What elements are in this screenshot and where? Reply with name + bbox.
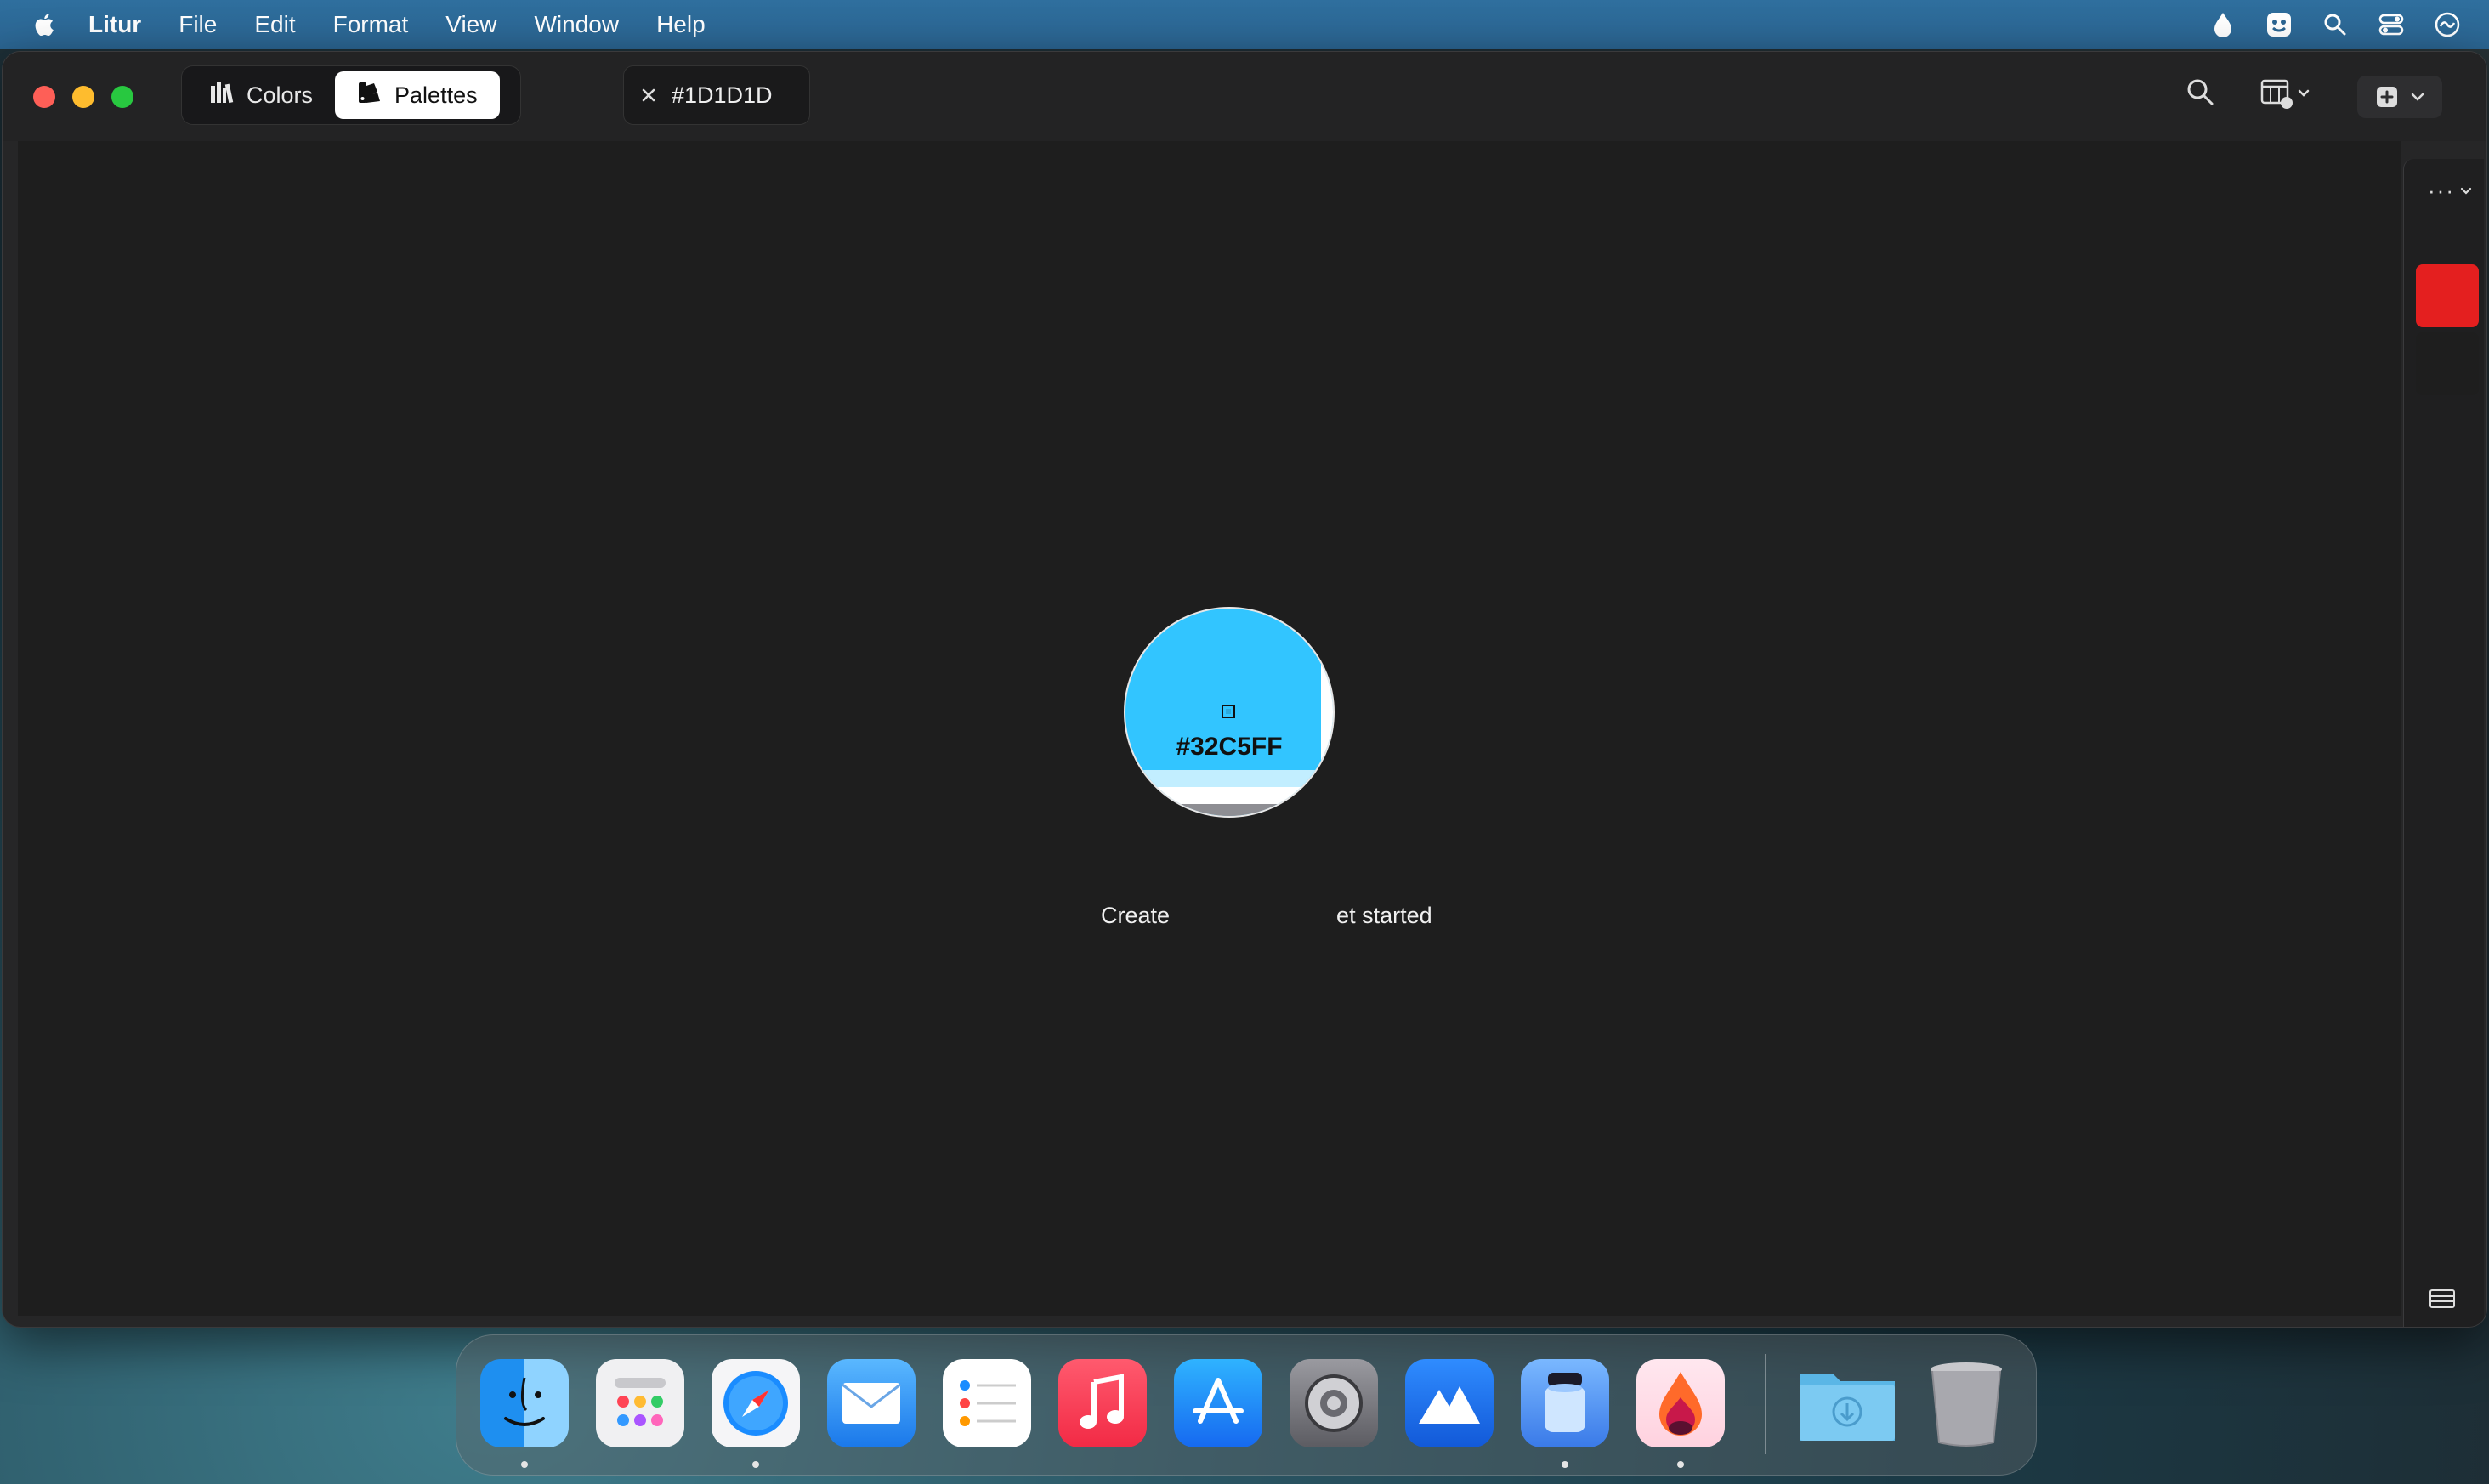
trash-icon[interactable] [1922, 1359, 2010, 1447]
running-indicator [752, 1461, 759, 1468]
dock-separator [1765, 1354, 1766, 1454]
toolbar: Colors Palettes #1D1D1D [3, 52, 2486, 141]
reminders-icon[interactable] [943, 1359, 1031, 1447]
search-icon[interactable] [2186, 77, 2214, 106]
music-icon[interactable] [1058, 1359, 1147, 1447]
spotlight-search-icon[interactable] [2321, 10, 2350, 39]
more-icon: ··· [2428, 178, 2455, 203]
safari-icon[interactable] [712, 1359, 800, 1447]
more-menu-button[interactable]: ··· [2428, 178, 2472, 204]
loupe-band [1125, 787, 1333, 804]
color-picker-loupe[interactable]: #32C5FF [1124, 607, 1335, 818]
crosshair-icon [1222, 705, 1235, 718]
litur-app-icon[interactable] [1636, 1359, 1725, 1447]
downloads-folder-icon[interactable] [1796, 1359, 1898, 1447]
loupe-band [1125, 804, 1333, 816]
library-books-icon [209, 81, 235, 110]
loupe-hex-value: #32C5FF [1176, 733, 1283, 761]
chevron-down-icon [2411, 93, 2424, 101]
menu-file[interactable]: File [179, 11, 217, 38]
menu-edit[interactable]: Edit [254, 11, 295, 38]
system-settings-icon[interactable] [1290, 1359, 1378, 1447]
menu-view[interactable]: View [445, 11, 496, 38]
close-window-button[interactable] [33, 86, 55, 108]
palette-icon [357, 81, 383, 110]
dock [456, 1334, 2037, 1476]
menu-format[interactable]: Format [333, 11, 409, 38]
control-center-icon[interactable] [2377, 10, 2406, 39]
close-tab-icon[interactable] [641, 82, 656, 109]
add-menu-icon[interactable] [2357, 76, 2442, 118]
swatch-side-panel: ··· [2403, 159, 2484, 1327]
list-toggle-icon[interactable] [2429, 1289, 2455, 1308]
menu-help[interactable]: Help [656, 11, 706, 38]
loupe-edge [1321, 609, 1333, 816]
finder-icon[interactable] [480, 1359, 569, 1447]
tab-colors[interactable]: Colors [187, 71, 335, 119]
chevron-down-icon [2460, 187, 2472, 195]
running-indicator [1677, 1461, 1684, 1468]
status-area [2208, 0, 2489, 49]
swatch-red[interactable] [2416, 264, 2479, 327]
tab-palettes[interactable]: Palettes [335, 71, 500, 119]
empty-state-text-right: et started [1336, 903, 1432, 928]
tab-palettes-label: Palettes [394, 82, 478, 108]
color-tab-label: #1D1D1D [672, 82, 773, 108]
loupe-band [1125, 770, 1333, 787]
running-indicator [521, 1461, 528, 1468]
siri-icon[interactable] [2433, 10, 2462, 39]
launchpad-icon[interactable] [596, 1359, 684, 1447]
mail-icon[interactable] [827, 1359, 916, 1447]
apple-menu-icon[interactable] [31, 10, 60, 39]
empty-state-text-left: Create [1101, 903, 1171, 928]
mountain-app-icon[interactable] [1405, 1359, 1494, 1447]
view-segmented-control: Colors Palettes [181, 65, 521, 125]
menu-bar: Litur File Edit Format View Window Help [0, 0, 2489, 49]
running-indicator [1562, 1461, 1568, 1468]
minimize-window-button[interactable] [72, 86, 94, 108]
swatch-dark[interactable] [2416, 332, 2479, 395]
litur-drop-icon[interactable] [2208, 10, 2237, 39]
color-tab[interactable]: #1D1D1D [623, 65, 810, 125]
grid-format-icon[interactable] [2260, 77, 2313, 111]
app-store-icon[interactable] [1174, 1359, 1262, 1447]
zoom-window-button[interactable] [111, 86, 133, 108]
preview-jar-icon[interactable] [1521, 1359, 1609, 1447]
empty-state-text[interactable]: Create et started [1101, 903, 1432, 929]
face-app-icon[interactable] [2265, 10, 2293, 39]
tab-colors-label: Colors [247, 82, 314, 108]
menu-window[interactable]: Window [534, 11, 619, 38]
menu-app-name[interactable]: Litur [88, 11, 141, 38]
